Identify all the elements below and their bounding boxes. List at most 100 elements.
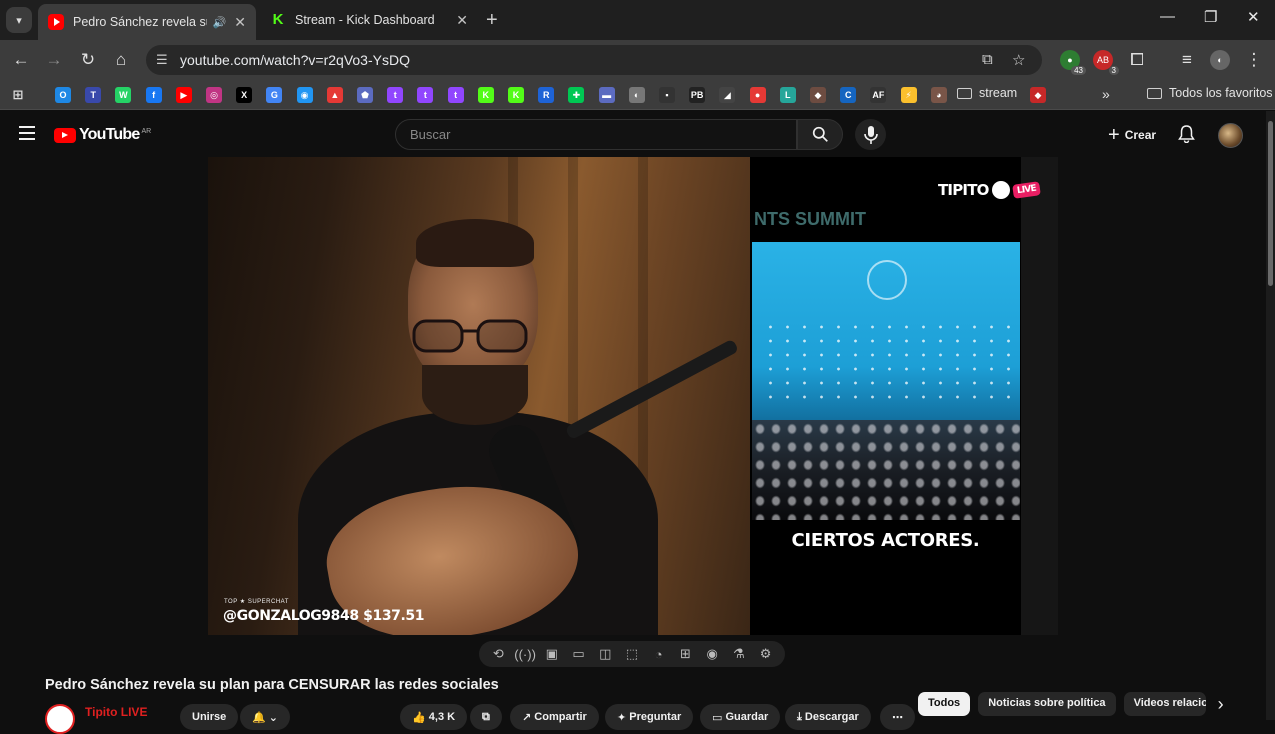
share-button[interactable]: ↗ Compartir xyxy=(510,704,599,730)
channel-avatar[interactable] xyxy=(45,704,75,734)
forward-icon[interactable]: → xyxy=(44,50,64,70)
apps-grid-icon[interactable]: ⊞ xyxy=(10,87,26,103)
extensions-puzzle-icon[interactable]: ⧠ xyxy=(1127,50,1147,70)
bookmark-icon[interactable]: PB xyxy=(689,87,706,103)
bookmark-icon-extra[interactable]: ◆ xyxy=(1030,87,1046,103)
bookmark-icon[interactable]: O xyxy=(55,87,71,103)
dislike-button[interactable]: ⧉ xyxy=(470,704,502,730)
media-queue-icon[interactable]: ≡ xyxy=(1177,50,1197,70)
bookmark-icon[interactable]: T xyxy=(85,87,102,103)
bookmark-icon[interactable]: ◆ xyxy=(810,87,826,103)
video-player[interactable]: TOP ★ SUPERCHAT @GONZALOG9848 $137.51 NT… xyxy=(208,157,1058,635)
chip-all[interactable]: Todos xyxy=(918,692,971,716)
bookmark-icon[interactable]: C xyxy=(840,87,857,103)
filter-flask-icon[interactable]: ⚗ xyxy=(728,646,750,662)
bookmark-icon[interactable]: L xyxy=(779,87,796,103)
minimize-button[interactable]: — xyxy=(1160,8,1175,25)
search-button[interactable] xyxy=(797,119,843,150)
create-button[interactable]: + Crear xyxy=(1100,122,1164,148)
youtube-logo[interactable]: YouTube AR xyxy=(54,126,151,144)
extension-chat-icon[interactable]: ● 43 xyxy=(1060,50,1086,75)
restore-button[interactable]: ❐ xyxy=(1204,8,1217,26)
bookmark-icon[interactable]: t xyxy=(387,87,404,103)
close-window-button[interactable]: ✕ xyxy=(1247,8,1260,26)
bookmark-icon[interactable]: ⚡ xyxy=(900,87,917,103)
bookmark-icon[interactable]: G xyxy=(266,87,283,103)
bookmark-icon[interactable]: ● xyxy=(749,87,766,103)
bookmark-icon[interactable]: f xyxy=(145,87,162,103)
save-icon: ▭ xyxy=(712,711,726,724)
audio-mode-icon[interactable]: ((·)) xyxy=(514,647,536,662)
close-tab-icon[interactable]: ✕ xyxy=(456,12,468,29)
bookmark-icon[interactable]: K xyxy=(477,87,494,103)
picture-in-picture-icon[interactable]: ◫ xyxy=(594,646,616,662)
bookmark-icon[interactable]: ⬟ xyxy=(357,87,373,103)
url-text[interactable]: youtube.com/watch?v=r2qVo3-YsDQ xyxy=(180,52,410,68)
tab-kick[interactable]: K Stream - Kick Dashboard ✕ xyxy=(260,5,478,35)
bookmark-icon[interactable]: ◢ xyxy=(719,87,736,103)
tab-search-button[interactable]: ▾ xyxy=(6,7,32,33)
loop-icon[interactable]: ⟲ xyxy=(487,646,509,662)
bookmark-icon[interactable]: W xyxy=(115,87,132,103)
bookmark-icon[interactable]: ▲ xyxy=(326,87,343,103)
address-bar[interactable]: ☰ youtube.com/watch?v=r2qVo3-YsDQ ⧉ ☆ xyxy=(146,45,1042,75)
back-icon[interactable]: ← xyxy=(11,50,31,70)
bookmark-icon[interactable]: ◎ xyxy=(206,87,222,103)
bookmarks-overflow-icon[interactable]: » xyxy=(1102,86,1110,102)
bookmark-icon[interactable]: ◐ xyxy=(628,87,645,103)
site-info-icon[interactable]: ☰ xyxy=(156,52,168,68)
screen-size-icon[interactable]: ▭ xyxy=(568,646,590,662)
bookmark-icon[interactable]: K xyxy=(508,87,524,103)
all-bookmarks-folder[interactable]: Todos los favoritos xyxy=(1147,86,1273,100)
close-tab-icon[interactable]: ✕ xyxy=(234,14,246,31)
chrome-menu-icon[interactable]: ⋮ xyxy=(1244,50,1264,70)
profile-icon[interactable]: ◐ xyxy=(1210,50,1230,70)
bookmark-icon[interactable]: ▪ xyxy=(659,87,675,103)
settings-gear-icon[interactable]: ⚙ xyxy=(755,646,777,662)
chevron-right-icon[interactable]: › xyxy=(1218,694,1224,715)
bookmark-icon[interactable]: ▶ xyxy=(175,87,192,103)
bookmark-icon[interactable]: ▬ xyxy=(598,87,615,103)
download-button[interactable]: ⤓ Descargar xyxy=(785,704,871,730)
more-actions-button[interactable]: ⋯ xyxy=(880,704,915,730)
new-tab-button[interactable]: + xyxy=(486,9,498,32)
bookmark-icon[interactable]: t xyxy=(447,87,464,103)
notification-bell-button[interactable]: 🔔 ⌄ xyxy=(240,704,290,730)
install-app-icon[interactable]: ⧉ xyxy=(982,51,993,68)
join-button[interactable]: Unirse xyxy=(180,704,239,730)
account-avatar[interactable] xyxy=(1218,123,1243,148)
speed-icon[interactable]: ◔ xyxy=(648,647,670,662)
search-field[interactable] xyxy=(395,119,797,150)
menu-hamburger-icon[interactable] xyxy=(19,126,35,144)
extension-adblock-icon[interactable]: AB 3 xyxy=(1093,50,1119,75)
bookmark-icon[interactable]: t xyxy=(417,87,434,103)
search-input[interactable] xyxy=(396,120,796,149)
bookmark-folder-stream[interactable]: stream xyxy=(957,86,1017,100)
voice-search-button[interactable] xyxy=(855,119,886,150)
bookmark-icon[interactable]: ✚ xyxy=(568,87,585,103)
channel-name[interactable]: Tipito LIVE xyxy=(85,705,147,719)
bookmark-icon[interactable]: AF xyxy=(870,87,887,103)
bookmark-icon[interactable]: ◕ xyxy=(930,87,947,103)
scrollbar-thumb[interactable] xyxy=(1268,121,1273,286)
bookmark-icon[interactable]: R xyxy=(538,87,555,103)
bookmark-icon[interactable]: ◉ xyxy=(296,87,313,103)
home-icon[interactable]: ⌂ xyxy=(111,50,131,70)
page-scrollbar[interactable] xyxy=(1266,111,1275,720)
tab-youtube[interactable]: Pedro Sánchez revela su pla 🔊 ✕ xyxy=(38,4,256,40)
speaker-icon[interactable]: 🔊 xyxy=(213,16,227,29)
bookmark-icon[interactable]: X xyxy=(236,87,253,103)
chip-related[interactable]: Videos relacionados xyxy=(1123,692,1206,716)
fullscreen-window-icon[interactable]: ⊞ xyxy=(674,646,696,662)
save-button[interactable]: ▭ Guardar xyxy=(700,704,781,730)
cinema-icon[interactable]: ▣ xyxy=(541,646,563,662)
chip-politics[interactable]: Noticias sobre política xyxy=(978,692,1116,716)
screenshot-camera-icon[interactable]: ◉ xyxy=(701,646,723,662)
ask-button[interactable]: ✦ Preguntar xyxy=(605,704,694,730)
reload-icon[interactable]: ↻ xyxy=(78,50,98,70)
thumbs-up-icon: 👍 xyxy=(412,711,429,724)
like-button[interactable]: 👍 4,3 K xyxy=(400,704,468,730)
bookmark-star-icon[interactable]: ☆ xyxy=(1012,51,1025,69)
frame-icon[interactable]: ⬚ xyxy=(621,646,643,662)
notifications-bell-icon[interactable] xyxy=(1178,125,1195,148)
